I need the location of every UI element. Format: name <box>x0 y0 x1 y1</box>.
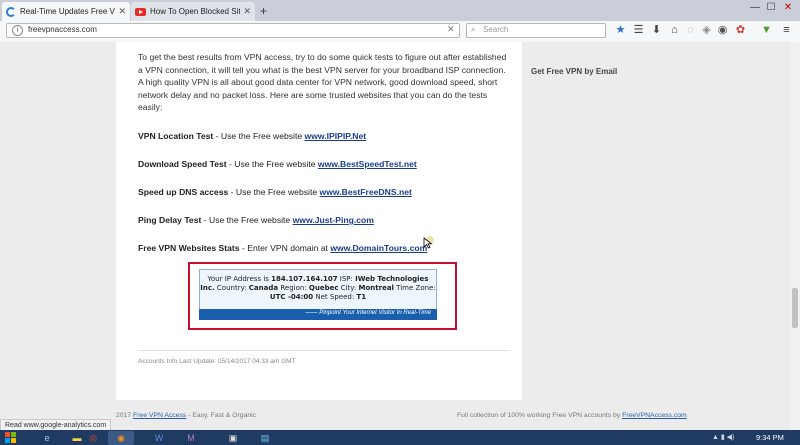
search-placeholder[interactable]: Search <box>483 25 508 34</box>
tab-how-to-open[interactable]: How To Open Blocked Sites ✕ <box>131 2 255 21</box>
test-item-dns: Speed up DNS access - Use the Free websi… <box>138 187 412 197</box>
info-icon[interactable]: i <box>12 25 23 36</box>
last-update-text: Accounts Info Last Update: 05/14/2017 04… <box>138 358 296 365</box>
region-value: Quebec <box>308 284 339 292</box>
media-taskbar-icon[interactable]: M <box>178 431 204 445</box>
country-value: Canada <box>248 284 279 292</box>
system-tray[interactable]: ▲ ▮ ◀) <box>712 433 734 441</box>
test-item-ping: Ping Delay Test - Use the Free website w… <box>138 215 374 225</box>
pocket-icon[interactable]: ◌ <box>684 24 697 37</box>
test-link-domaintours[interactable]: www.DomainTours.com <box>330 243 427 253</box>
firefox-taskbar-icon[interactable]: ◉ <box>108 431 134 445</box>
test-label: VPN Location Test <box>138 131 214 141</box>
menu-icon[interactable]: ≡ <box>780 24 793 37</box>
test-link-ipipip[interactable]: www.IPIPIP.Net <box>305 131 367 141</box>
ip-address: 184.107.164.107 <box>271 275 338 283</box>
test-link-bestspeedtest[interactable]: www.BestSpeedTest.net <box>318 159 417 169</box>
ip-widget-text: Your IP Address is 184.107.164.107 ISP: … <box>200 275 436 302</box>
tab-real-time-updates[interactable]: Real-Time Updates Free VPN ✕ <box>2 2 130 21</box>
home-icon[interactable]: ⌂ <box>668 24 681 37</box>
bookmarks-list-icon[interactable]: ☰ <box>632 24 645 37</box>
country-label: Country: <box>214 284 249 292</box>
ip-prefix: Your IP Address is <box>207 275 272 283</box>
clear-url-icon[interactable]: ✕ <box>447 24 455 35</box>
city-value: Montreal <box>358 284 394 292</box>
test-link-bestfreedns[interactable]: www.BestFreeDNS.net <box>320 187 412 197</box>
test-label: Free VPN Websites Stats <box>138 243 240 253</box>
test-item-stats: Free VPN Websites Stats - Enter VPN doma… <box>138 243 427 253</box>
footer-site-link[interactable]: Free VPN Access <box>133 412 186 419</box>
timezone-value: UTC -04:00 <box>269 293 314 301</box>
bookmark-star-icon[interactable]: ★ <box>614 24 627 37</box>
close-window-button[interactable]: ✕ <box>781 2 795 13</box>
timezone-label: Time Zone: <box>393 284 436 292</box>
footer-collection-text: Full collection of 100% working Free VPN… <box>457 412 623 419</box>
test-item-download-speed: Download Speed Test - Use the Free websi… <box>138 159 417 169</box>
mouse-cursor-icon <box>423 237 433 249</box>
sync-icon[interactable]: ◉ <box>716 24 729 37</box>
window-taskbar-icon[interactable]: ▣ <box>220 431 246 445</box>
taskbar-clock[interactable]: 9:34 PM <box>756 433 784 442</box>
test-label: Ping Delay Test <box>138 215 202 225</box>
test-label: Speed up DNS access <box>138 187 229 197</box>
ip-widget-bar-text[interactable]: —— Pinpoint Your Internet Visitor In Rea… <box>199 310 431 316</box>
city-label: City: <box>338 284 359 292</box>
footer-copyright: 2017 <box>116 412 134 419</box>
close-icon[interactable]: ✕ <box>118 6 126 17</box>
speed-label: Net Speed: <box>313 293 357 301</box>
app-taskbar-icon[interactable]: ▤ <box>252 431 278 445</box>
youtube-icon <box>135 7 146 16</box>
chrome-taskbar-icon[interactable]: ◎ <box>80 431 106 445</box>
test-text: - Use the Free website <box>228 187 320 197</box>
region-label: Region: <box>278 284 309 292</box>
ie-taskbar-icon[interactable]: e <box>34 431 60 445</box>
tab-label: How To Open Blocked Sites <box>150 7 241 16</box>
maximize-button[interactable]: ☐ <box>764 2 778 13</box>
scrollbar[interactable] <box>790 42 800 430</box>
search-icon: ⌕ <box>471 25 476 34</box>
tab-label: Real-Time Updates Free VPN <box>20 7 116 16</box>
speed-value: T1 <box>356 293 367 301</box>
test-text: - Use the Free website <box>213 131 305 141</box>
article-intro: To get the best results from VPN access,… <box>138 52 507 112</box>
footer-domain-link[interactable]: FreeVPNAccess.com <box>622 412 687 419</box>
url-text[interactable]: freevpnaccess.com <box>28 25 97 34</box>
windows-start-icon[interactable] <box>3 431 19 444</box>
footer-right: Full collection of 100% working Free VPN… <box>457 412 687 419</box>
isp-label: ISP: <box>337 275 356 283</box>
download-icon[interactable]: ⬇ <box>650 24 663 37</box>
test-label: Download Speed Test <box>138 159 227 169</box>
shield-icon[interactable]: ◈ <box>700 24 713 37</box>
addon-icon[interactable]: ✿ <box>734 24 747 37</box>
footer-tagline: - Easy, Fast & Organic <box>186 412 257 419</box>
addon-download-icon[interactable]: ▼ <box>760 24 773 37</box>
close-icon[interactable]: ✕ <box>243 6 251 17</box>
footer-left: 2017 Free VPN Access - Easy, Fast & Orga… <box>116 412 256 419</box>
test-text: - Enter VPN domain at <box>239 243 331 253</box>
test-text: - Use the Free website <box>201 215 293 225</box>
minimize-button[interactable]: — <box>748 2 762 13</box>
divider <box>138 350 510 351</box>
test-link-just-ping[interactable]: www.Just-Ping.com <box>293 215 374 225</box>
sidebar-title: Get Free VPN by Email <box>531 67 618 76</box>
globe-icon <box>6 6 16 17</box>
word-taskbar-icon[interactable]: W <box>146 431 172 445</box>
test-text: - Use the Free website <box>226 159 318 169</box>
test-item-location: VPN Location Test - Use the Free website… <box>138 131 366 141</box>
scrollbar-thumb[interactable] <box>792 288 798 328</box>
new-tab-button[interactable]: + <box>260 4 267 18</box>
